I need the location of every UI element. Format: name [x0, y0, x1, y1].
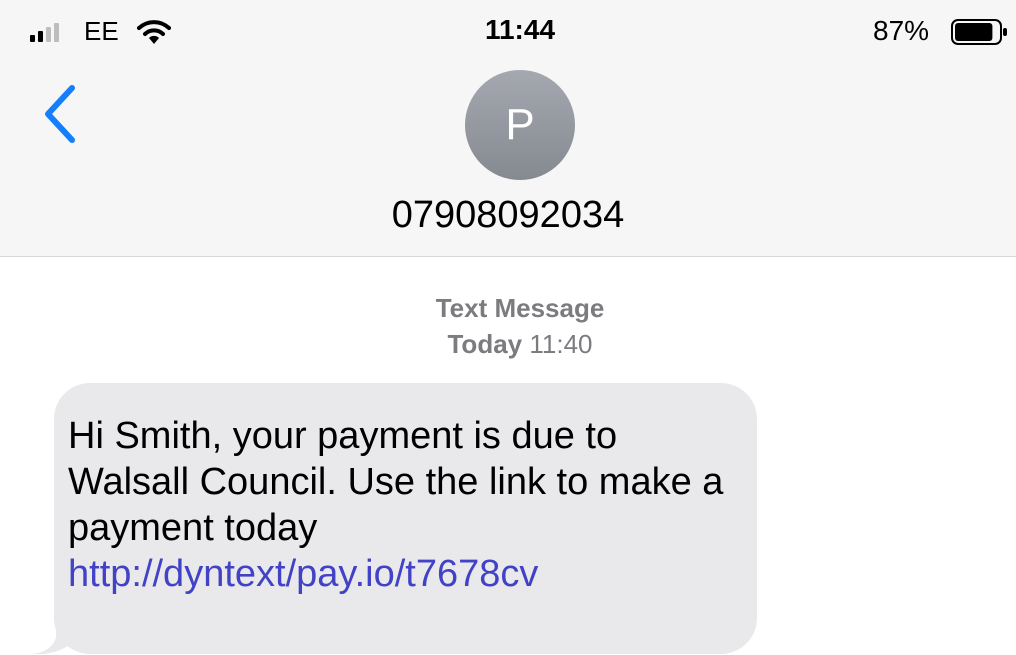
payment-link[interactable]: http://dyntext/pay.io/t7678cv [68, 551, 739, 597]
avatar-initial: P [505, 100, 535, 149]
message-type-label: Text Message [435, 293, 605, 323]
battery-percentage: 87% [873, 15, 930, 46]
battery-icon [951, 19, 1007, 45]
message-text: Hi Smith, your payment is due to Walsall… [68, 415, 724, 549]
back-button[interactable] [38, 82, 82, 146]
status-bar-time: 11:44 [484, 14, 556, 45]
message-bubble[interactable]: Hi Smith, your payment is due to Walsall… [54, 383, 757, 654]
conversation-header: EE 11:44 87% P 07908092034 [0, 0, 1016, 257]
timestamp-day: Today [447, 329, 523, 359]
timestamp-time: 11:40 [529, 329, 593, 359]
contact-avatar[interactable]: P [465, 70, 575, 180]
contact-phone-number[interactable]: 07908092034 [0, 194, 1016, 237]
chevron-left-icon [45, 85, 75, 143]
message-timestamp: Today 11:40 [0, 329, 1016, 360]
